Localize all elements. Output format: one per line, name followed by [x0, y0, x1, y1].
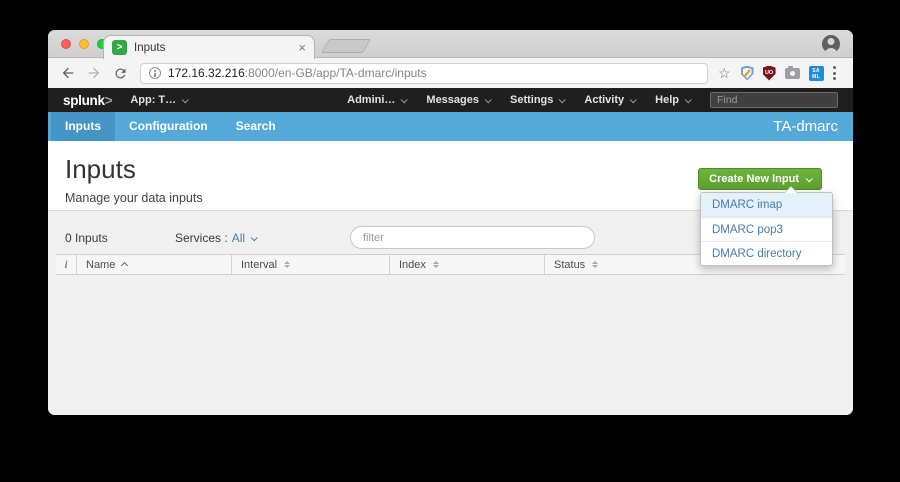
extension-icons: UO SAML — [741, 66, 824, 81]
find-input[interactable] — [710, 92, 838, 108]
sort-icon — [592, 261, 598, 269]
tab-title: Inputs — [134, 42, 165, 54]
profile-avatar-icon[interactable] — [822, 35, 840, 53]
column-header-index[interactable]: Index — [389, 255, 544, 274]
services-value: All — [232, 231, 245, 245]
nav-tab-inputs[interactable]: Inputs — [51, 112, 115, 141]
shield-extension-icon[interactable] — [741, 66, 754, 81]
splunk-header-bar: splunk> App: T… Admini… Messages Setting… — [48, 88, 853, 112]
column-header-interval[interactable]: Interval — [231, 255, 389, 274]
splunk-logo-text: splunk — [63, 93, 105, 108]
help-menu[interactable]: Help — [655, 94, 690, 106]
avatar-body-shape — [825, 48, 838, 53]
page-info-icon[interactable] — [149, 67, 161, 79]
minimize-window-button[interactable] — [79, 39, 89, 49]
column-header-status-label: Status — [554, 259, 585, 271]
column-header-name[interactable]: Name — [76, 255, 231, 274]
chevron-down-icon — [806, 175, 813, 182]
sort-icon — [284, 261, 290, 269]
filter-input[interactable] — [350, 226, 595, 249]
settings-menu-label: Settings — [510, 94, 553, 106]
desktop-background: > Inputs × 172.16.32.216 — [0, 0, 900, 482]
column-header-info: i — [56, 255, 76, 274]
create-new-input-button[interactable]: Create New Input — [698, 168, 822, 190]
chevron-down-icon — [485, 96, 492, 103]
saml-label-bottom: ML — [812, 74, 820, 80]
messages-menu[interactable]: Messages — [426, 94, 490, 106]
admin-menu[interactable]: Admini… — [347, 94, 406, 106]
back-button[interactable] — [58, 63, 78, 83]
app-name: TA-dmarc — [773, 112, 853, 141]
sort-icon — [433, 261, 439, 269]
browser-window: > Inputs × 172.16.32.216 — [48, 30, 853, 415]
browser-menu-icon[interactable] — [833, 66, 836, 80]
services-label: Services : — [175, 231, 228, 245]
splunk-logo-caret: > — [105, 93, 113, 108]
app-nav-bar: Inputs Configuration Search TA-dmarc — [48, 112, 853, 141]
nav-tab-search[interactable]: Search — [222, 112, 290, 141]
messages-menu-label: Messages — [426, 94, 479, 106]
settings-menu[interactable]: Settings — [510, 94, 564, 106]
create-input-menu: DMARC imap DMARC pop3 DMARC directory — [700, 192, 833, 266]
menu-item-dmarc-pop3[interactable]: DMARC pop3 — [701, 217, 832, 241]
bookmark-star-icon[interactable]: ☆ — [718, 65, 731, 82]
new-tab-button[interactable] — [321, 39, 371, 53]
column-header-name-label: Name — [86, 259, 115, 271]
column-header-index-label: Index — [399, 259, 426, 271]
avatar-head-shape — [828, 38, 835, 45]
activity-menu-label: Activity — [584, 94, 624, 106]
ublock-extension-icon[interactable]: UO — [763, 66, 776, 81]
services-all-dropdown[interactable]: All — [232, 231, 256, 245]
column-header-interval-label: Interval — [241, 259, 277, 271]
page-title: Inputs — [65, 154, 136, 185]
chevron-down-icon — [559, 96, 566, 103]
browser-titlebar: > Inputs × — [48, 30, 853, 58]
help-menu-label: Help — [655, 94, 679, 106]
inputs-count: 0 Inputs — [65, 231, 108, 245]
app-menu-dropdown[interactable]: App: T… — [130, 94, 187, 106]
create-button-label: Create New Input — [709, 173, 799, 185]
browser-tab[interactable]: > Inputs × — [103, 35, 315, 59]
saml-label-top: SA — [812, 68, 820, 74]
services-filter: Services : All — [175, 231, 256, 245]
splunk-favicon-icon: > — [112, 40, 127, 55]
saml-extension-icon[interactable]: SAML — [809, 66, 824, 81]
chevron-down-icon — [251, 234, 258, 241]
chevron-down-icon — [685, 96, 692, 103]
address-bar[interactable]: 172.16.32.216 :8000/en-GB/app/TA-dmarc/i… — [140, 63, 708, 84]
nav-tab-configuration[interactable]: Configuration — [115, 112, 222, 141]
sort-ascending-icon — [121, 262, 128, 269]
url-host: 172.16.32.216 — [168, 66, 245, 80]
activity-menu[interactable]: Activity — [584, 94, 635, 106]
forward-button[interactable] — [84, 63, 104, 83]
splunk-header-menus: Admini… Messages Settings Activity Help — [347, 92, 838, 108]
tab-close-icon[interactable]: × — [298, 41, 306, 54]
chevron-down-icon — [630, 96, 637, 103]
close-window-button[interactable] — [61, 39, 71, 49]
menu-item-dmarc-directory[interactable]: DMARC directory — [701, 241, 832, 265]
page-content: Inputs Manage your data inputs Create Ne… — [48, 141, 853, 415]
chevron-down-icon — [401, 96, 408, 103]
menu-item-dmarc-imap[interactable]: DMARC imap — [701, 193, 832, 217]
window-controls — [61, 39, 107, 49]
browser-toolbar: 172.16.32.216 :8000/en-GB/app/TA-dmarc/i… — [48, 58, 853, 88]
reload-button[interactable] — [110, 63, 130, 83]
page-subtitle: Manage your data inputs — [65, 191, 203, 205]
splunk-logo[interactable]: splunk> — [63, 93, 112, 108]
app-menu-label: App: T… — [130, 94, 176, 106]
camera-extension-icon[interactable] — [785, 68, 800, 79]
admin-menu-label: Admini… — [347, 94, 395, 106]
chevron-down-icon — [182, 96, 189, 103]
url-path: :8000/en-GB/app/TA-dmarc/inputs — [245, 66, 427, 80]
